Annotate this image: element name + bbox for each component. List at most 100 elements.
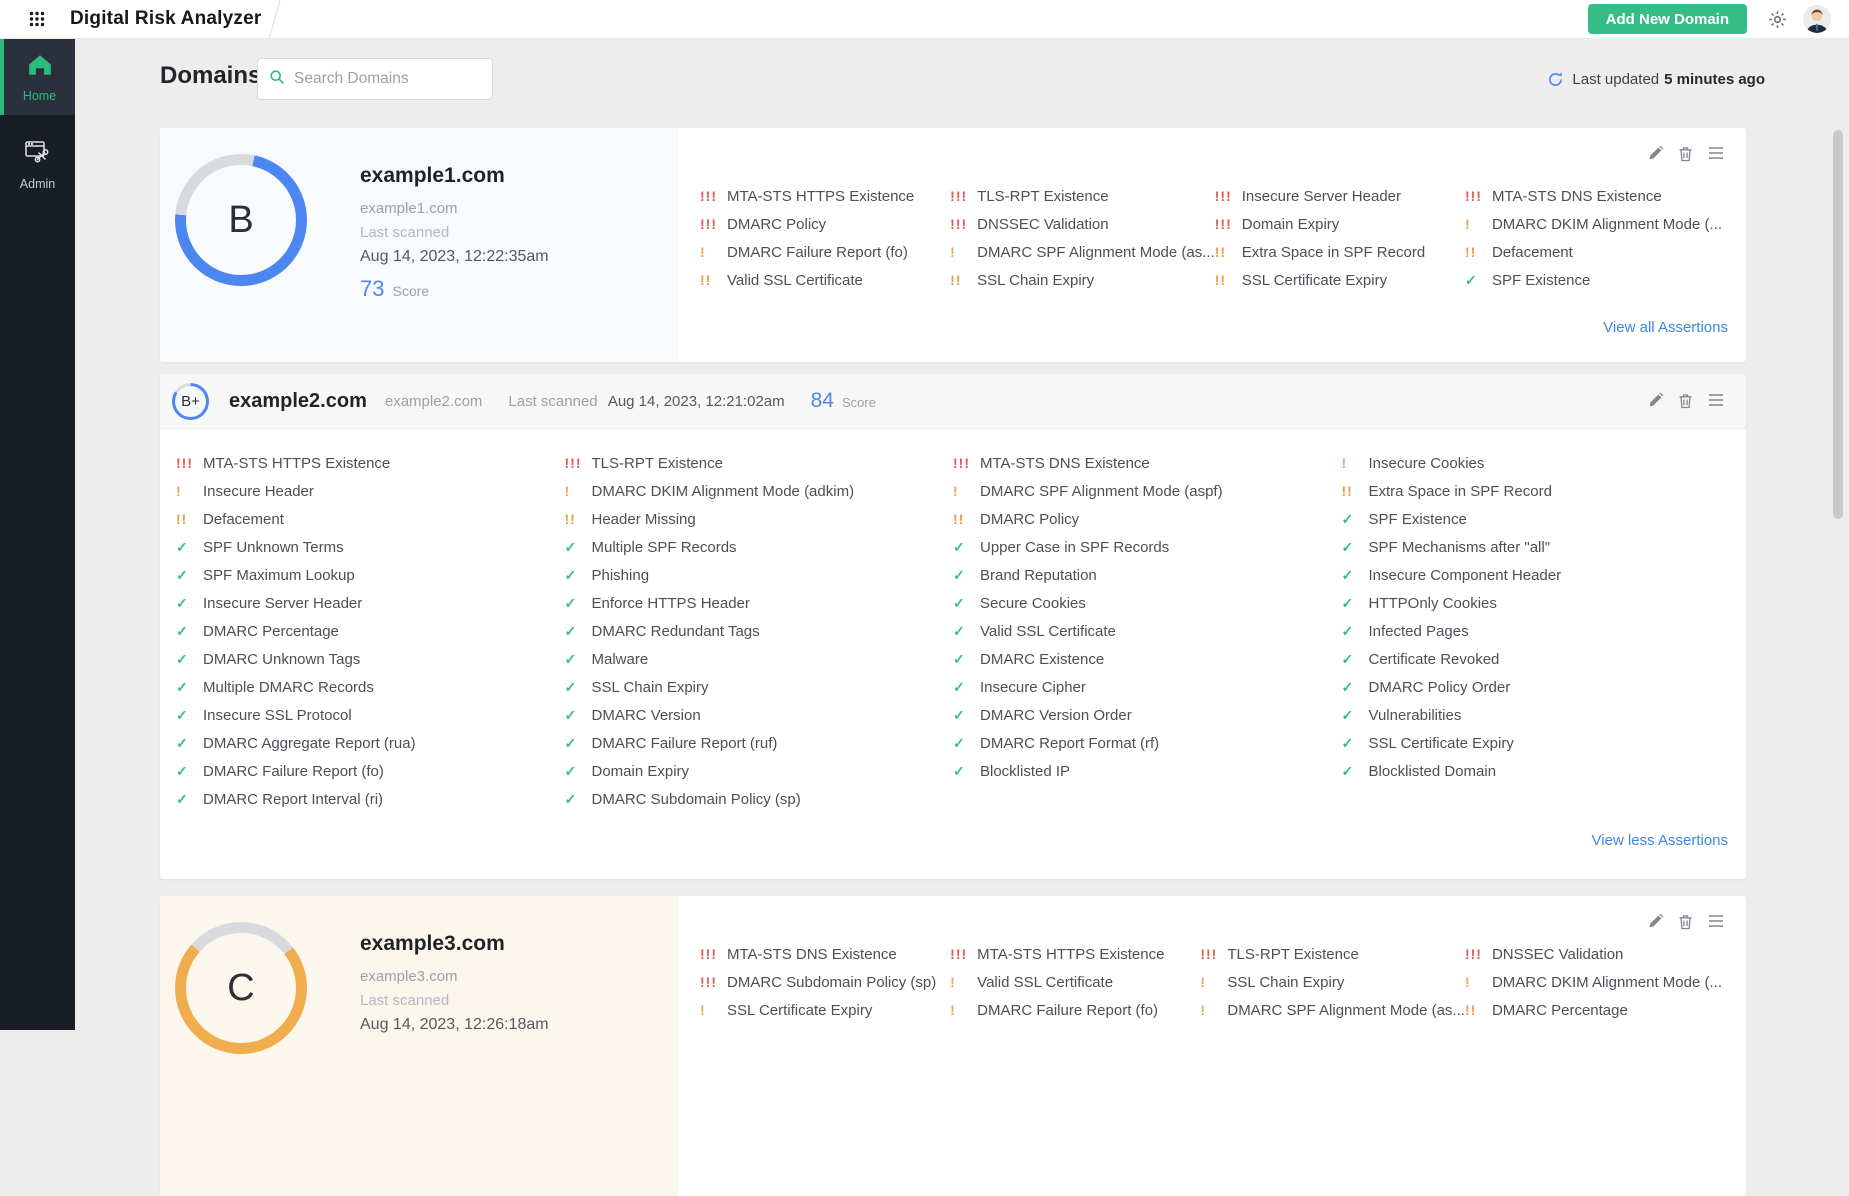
assertion-item: ✓Valid SSL Certificate [953, 617, 1342, 645]
domain-card-example2: B+ example2.com example2.com Last scanne… [160, 374, 1746, 879]
severity-low-icon: ! [700, 244, 727, 260]
severity-low-icon: ! [950, 244, 977, 260]
assertion-item: !!!MTA-STS DNS Existence [1465, 182, 1722, 210]
card-actions [1648, 146, 1724, 162]
assertion-item: ✓Insecure Component Header [1342, 561, 1731, 589]
severity-high-icon: !!! [1465, 946, 1492, 962]
severity-high-icon: !!! [1200, 946, 1227, 962]
view-less-assertions-link[interactable]: View less Assertions [1592, 832, 1728, 849]
assertion-item: ✓DMARC Failure Report (fo) [176, 757, 565, 785]
last-scanned-label: Last scanned [360, 992, 549, 1009]
sidebar-item-home[interactable]: Home [0, 39, 75, 115]
severity-ok-icon: ✓ [565, 595, 592, 612]
app-grid-icon[interactable] [26, 8, 48, 30]
last-scanned-date: Aug 14, 2023, 12:22:35am [360, 248, 549, 266]
view-all-assertions-link[interactable]: View all Assertions [1603, 319, 1728, 336]
assertion-column: !!!DNSSEC Validation!DMARC DKIM Alignmen… [1465, 940, 1722, 1024]
assertion-label: Blocklisted Domain [1369, 763, 1497, 780]
severity-ok-icon: ✓ [1342, 707, 1369, 724]
assertion-item: !!Extra Space in SPF Record [1215, 238, 1465, 266]
assertion-label: Extra Space in SPF Record [1369, 483, 1552, 500]
severity-ok-icon: ✓ [1342, 651, 1369, 668]
assertion-label: DMARC Percentage [203, 623, 339, 640]
assertion-item: ✓DMARC Policy Order [1342, 673, 1731, 701]
severity-ok-icon: ✓ [176, 567, 203, 584]
sidebar-item-admin[interactable]: Admin [0, 125, 75, 203]
assertion-label: DMARC Subdomain Policy (sp) [727, 974, 936, 991]
delete-trash-icon[interactable] [1678, 914, 1694, 930]
assertion-item: !!!Insecure Server Header [1215, 182, 1465, 210]
severity-low-icon: ! [1465, 216, 1492, 232]
last-scanned-date: Aug 14, 2023, 12:26:18am [360, 1016, 549, 1034]
assertion-item: ✓SSL Certificate Expiry [1342, 729, 1731, 757]
assertion-item: ✓Blocklisted Domain [1342, 757, 1731, 785]
assertion-item: !!Valid SSL Certificate [700, 266, 950, 294]
severity-ok-icon: ✓ [1342, 511, 1369, 528]
assertion-item: !!!TLS-RPT Existence [565, 449, 954, 477]
assertion-item: ✓SPF Existence [1465, 266, 1722, 294]
assertion-label: Enforce HTTPS Header [592, 595, 750, 612]
assertion-column: !!!TLS-RPT Existence!!!DNSSEC Validation… [950, 182, 1215, 294]
assertion-column: !!!MTA-STS DNS Existence!DMARC SPF Align… [953, 449, 1342, 813]
delete-trash-icon[interactable] [1678, 146, 1694, 162]
assertion-label: DMARC DKIM Alignment Mode (... [1492, 216, 1722, 233]
severity-ok-icon: ✓ [1465, 272, 1492, 289]
assertion-item: !DMARC SPF Alignment Mode (aspf) [953, 477, 1342, 505]
assertion-label: Secure Cookies [980, 595, 1086, 612]
assertion-item: ✓SPF Existence [1342, 505, 1731, 533]
assertion-label: Defacement [1492, 244, 1573, 261]
assertion-label: Infected Pages [1369, 623, 1469, 640]
assertion-label: HTTPOnly Cookies [1369, 595, 1497, 612]
assertion-item: ✓DMARC Existence [953, 645, 1342, 673]
assertion-item: ✓SPF Mechanisms after "all" [1342, 533, 1731, 561]
assertion-item: !!!TLS-RPT Existence [1200, 940, 1465, 968]
assertion-label: DMARC Existence [980, 651, 1104, 668]
search-input[interactable] [294, 70, 474, 88]
edit-pencil-icon[interactable] [1648, 914, 1664, 930]
severity-ok-icon: ✓ [1342, 623, 1369, 640]
assertion-label: Multiple SPF Records [592, 539, 737, 556]
severity-med-icon: !! [1215, 244, 1242, 260]
last-updated-value: 5 minutes ago [1664, 71, 1765, 88]
severity-ok-icon: ✓ [1342, 539, 1369, 556]
assertion-label: DMARC SPF Alignment Mode (as... [1227, 1002, 1465, 1019]
assertion-item: !!Defacement [1465, 238, 1722, 266]
severity-ok-icon: ✓ [565, 539, 592, 556]
assertions-grid: !!!MTA-STS DNS Existence!!!DMARC Subdoma… [700, 940, 1722, 1024]
severity-low-icon: ! [950, 974, 977, 990]
vertical-scrollbar-thumb[interactable] [1833, 130, 1843, 519]
assertion-label: TLS-RPT Existence [1227, 946, 1358, 963]
assertion-label: DMARC Redundant Tags [592, 623, 760, 640]
severity-ok-icon: ✓ [953, 763, 980, 780]
assertion-label: SPF Maximum Lookup [203, 567, 355, 584]
assertion-item: ✓Enforce HTTPS Header [565, 589, 954, 617]
assertion-item: ✓DMARC Percentage [176, 617, 565, 645]
severity-low-icon: ! [1200, 974, 1227, 990]
user-avatar[interactable] [1803, 5, 1831, 33]
delete-trash-icon[interactable] [1678, 393, 1694, 409]
sidebar-item-label: Admin [20, 177, 55, 191]
severity-ok-icon: ✓ [1342, 763, 1369, 780]
refresh-icon[interactable] [1547, 71, 1564, 88]
severity-ok-icon: ✓ [953, 707, 980, 724]
assertion-label: SSL Chain Expiry [1227, 974, 1344, 991]
edit-pencil-icon[interactable] [1648, 393, 1664, 409]
domain-summary-panel: B example1.com example1.com Last scanned… [160, 128, 678, 362]
severity-ok-icon: ✓ [953, 595, 980, 612]
card-menu-icon[interactable] [1708, 146, 1724, 162]
assertion-label: MTA-STS DNS Existence [980, 455, 1150, 472]
settings-gear-icon[interactable] [1765, 7, 1789, 31]
assertion-label: Insecure Component Header [1369, 567, 1562, 584]
assertion-label: MTA-STS DNS Existence [1492, 188, 1662, 205]
edit-pencil-icon[interactable] [1648, 146, 1664, 162]
add-new-domain-button[interactable]: Add New Domain [1588, 4, 1747, 34]
assertion-item: !DMARC DKIM Alignment Mode (... [1465, 210, 1722, 238]
severity-ok-icon: ✓ [1342, 679, 1369, 696]
domain-alias: example3.com [360, 968, 549, 985]
card-menu-icon[interactable] [1708, 914, 1724, 930]
assertion-item: !!Header Missing [565, 505, 954, 533]
assertion-item: !!DMARC Percentage [1465, 996, 1722, 1024]
domain-card-header: B+ example2.com example2.com Last scanne… [160, 374, 1746, 429]
severity-ok-icon: ✓ [565, 791, 592, 808]
card-menu-icon[interactable] [1708, 393, 1724, 409]
